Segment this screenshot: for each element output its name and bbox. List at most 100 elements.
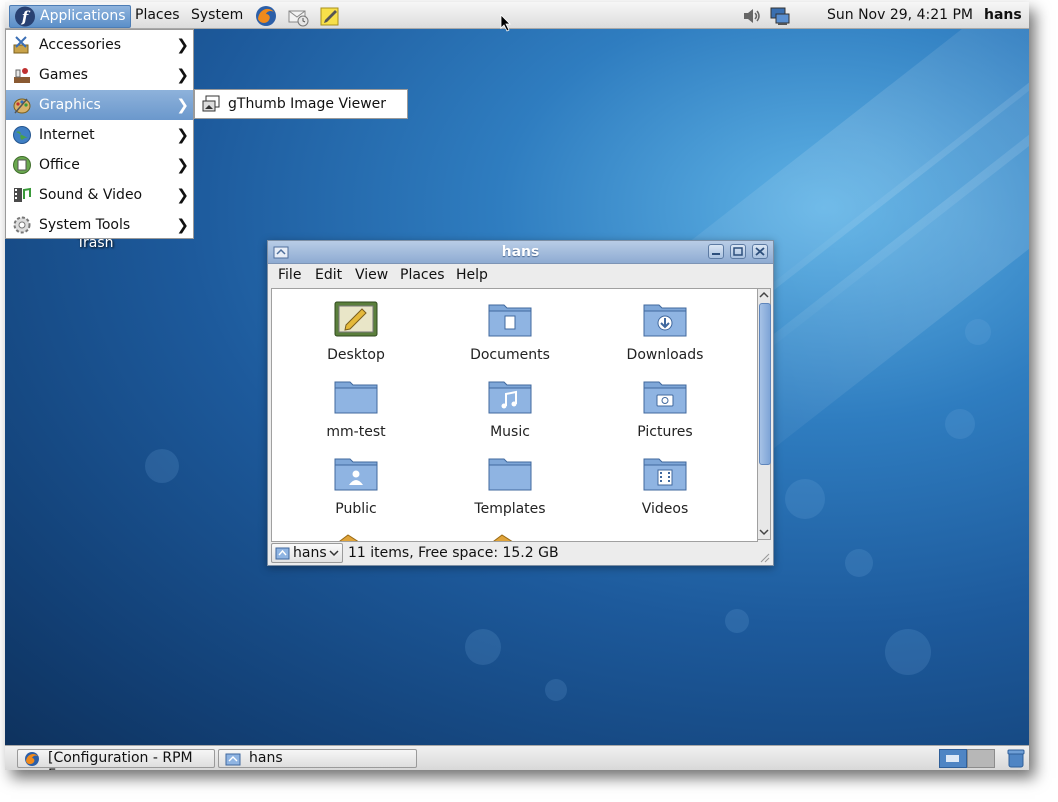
location-dropdown[interactable]: hans [271,543,343,563]
close-button[interactable] [752,244,768,259]
chevron-right-icon: ❯ [176,186,189,204]
chevron-right-icon: ❯ [176,36,189,54]
menu-help[interactable]: Help [456,266,488,284]
games-icon [14,68,30,83]
minimize-button[interactable] [708,244,724,259]
menu-item-accessories[interactable]: Accessories ❯ [6,30,193,60]
mail-launcher-icon[interactable] [287,5,309,27]
window-titlebar[interactable]: hans [268,241,773,264]
menu-item-label: Sound & Video [39,187,143,203]
taskbar-label: [Configuration - RPM F... [48,750,193,770]
applications-menu-label: Applications [40,8,126,24]
folder-item-pictures[interactable]: Pictures [605,378,725,440]
file-manager-window: hans File Edit View Places Help Desktop … [267,240,774,566]
menu-item-label: Office [39,157,80,173]
menu-item-office[interactable]: Office ❯ [6,150,193,180]
folder-name: Downloads [626,347,704,363]
scroll-down-icon[interactable] [759,527,769,537]
vertical-scrollbar[interactable] [757,288,771,540]
menu-item-gthumb[interactable]: gThumb Image Viewer [202,90,407,118]
wallpaper-bokeh [465,629,501,665]
minimize-icon [712,253,720,255]
folder-item-documents[interactable]: Documents [450,301,570,363]
status-text: 11 items, Free space: 15.2 GB [348,545,559,561]
volume-icon[interactable] [741,5,763,27]
chevron-right-icon: ❯ [176,96,189,114]
menu-item-label: Accessories [39,37,122,53]
folder-item-desktop[interactable]: Desktop [296,301,416,363]
system-menu-button[interactable]: System [187,5,247,26]
internet-icon [13,126,31,144]
firefox-launcher-icon[interactable] [255,5,277,27]
bottom-panel: [Configuration - RPM F... hans [5,745,1029,770]
downloads-folder-icon [643,304,687,337]
menu-item-sound-video[interactable]: Sound & Video ❯ [6,180,193,210]
menu-view[interactable]: View [355,266,388,284]
user-menu[interactable]: hans [984,5,1022,26]
folder-item-videos[interactable]: Videos [605,455,725,517]
wallpaper-bokeh [845,549,873,577]
folder-name: mm-test [326,424,386,440]
workspace-1[interactable] [939,749,967,768]
taskbar-button-hans[interactable]: hans [218,749,417,768]
templates-folder-icon [488,458,532,491]
public-folder-icon [334,458,378,491]
sound-video-icon [14,187,31,202]
menu-edit[interactable]: Edit [315,266,342,284]
file-icon-view[interactable]: Desktop Documents Downloads mm-test Musi… [271,288,758,542]
workspace-window-preview [946,755,959,762]
notes-launcher-icon[interactable] [319,5,341,27]
chevron-right-icon: ❯ [176,216,189,234]
workspace-2[interactable] [967,749,995,768]
folder-item-public[interactable]: Public [296,455,416,517]
folder-name: Desktop [327,347,385,363]
music-folder-icon [488,381,532,414]
menu-item-graphics[interactable]: Graphics ❯ [6,90,193,120]
screen: Trash f Applications Places System Sun N… [5,2,1029,770]
menu-places[interactable]: Places [400,266,445,284]
chevron-right-icon: ❯ [176,66,189,84]
trash-panel-icon[interactable] [1006,748,1026,768]
wallpaper-bokeh [965,319,991,345]
folder-name: Documents [470,347,550,363]
menu-item-label: System Tools [39,217,131,233]
wallpaper-bokeh [725,609,749,633]
wallpaper-bokeh [945,409,975,439]
folder-name: Music [490,424,530,440]
location-label: hans [293,545,327,561]
applications-menu: Accessories ❯ Games ❯ Graphics ❯ Interne… [5,29,194,239]
menu-file[interactable]: File [278,266,301,284]
menu-item-games[interactable]: Games ❯ [6,60,193,90]
folder-item-downloads[interactable]: Downloads [605,301,725,363]
folder-name: Public [335,501,377,517]
network-icon[interactable] [769,5,791,27]
wallpaper-bokeh [545,679,567,701]
wallpaper-bokeh [785,479,825,519]
videos-folder-icon [643,458,687,491]
top-panel: f Applications Places System Sun Nov 29,… [5,2,1029,29]
pictures-folder-icon [643,381,687,414]
close-icon [755,247,765,256]
folder-item-templates[interactable]: Templates [450,455,570,517]
menu-item-system-tools[interactable]: System Tools ❯ [6,210,193,240]
gthumb-icon [202,95,220,112]
applications-menu-button[interactable]: f Applications [9,5,131,28]
menu-item-label: Graphics [39,97,101,113]
documents-folder-icon [488,304,532,337]
folder-item-mm-test[interactable]: mm-test [296,378,416,440]
system-tools-icon [13,216,31,234]
window-title: hans [501,244,540,260]
taskbar-button-configuration[interactable]: [Configuration - RPM F... [17,749,215,770]
menu-item-label: Games [39,67,88,83]
menu-item-internet[interactable]: Internet ❯ [6,120,193,150]
scroll-up-icon[interactable] [759,290,769,300]
folder-item-music[interactable]: Music [450,378,570,440]
maximize-button[interactable] [730,244,746,259]
office-icon [13,156,31,174]
scrollbar-thumb[interactable] [759,303,771,465]
chevron-right-icon: ❯ [176,126,189,144]
clock[interactable]: Sun Nov 29, 4:21 PM [827,5,973,26]
resize-grip-icon[interactable] [758,551,770,563]
chevron-right-icon: ❯ [176,156,189,174]
places-menu-button[interactable]: Places [131,5,184,26]
